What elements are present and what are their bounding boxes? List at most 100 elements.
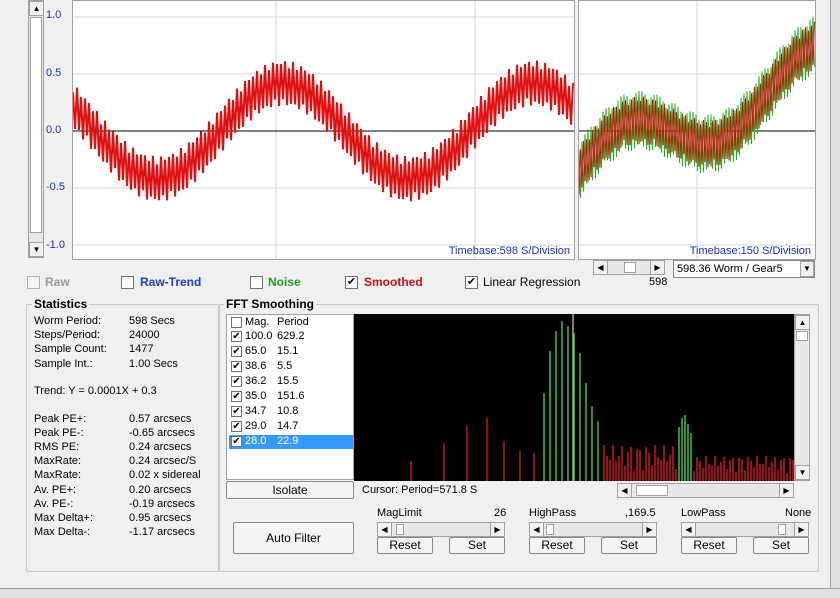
maglimit-set-button[interactable]: Set xyxy=(449,537,505,554)
fft-row-checkbox[interactable]: ✔ xyxy=(231,331,242,342)
cursor-readout: Cursor: Period=571.8 S xyxy=(362,484,478,496)
scroll-right-button[interactable]: ▶ xyxy=(779,483,794,498)
y-tick-label: 1.0 xyxy=(46,9,62,21)
chevron-down-icon[interactable]: ▼ xyxy=(800,261,814,277)
pe-stat-label: Max Delta-: xyxy=(34,525,91,538)
stat-value: 1.00 Secs xyxy=(129,357,178,370)
pe-stat-label: Peak PE+: xyxy=(34,413,87,425)
fft-spectrum[interactable] xyxy=(354,314,794,481)
slider-thumb[interactable] xyxy=(778,524,786,535)
pe-stat-label: Av. PE-: xyxy=(34,497,74,510)
fft-row-checkbox[interactable]: ✔ xyxy=(231,421,242,432)
raw-trend-checkbox[interactable] xyxy=(121,276,134,289)
maglimit-value: 26 xyxy=(494,507,507,519)
fft-row-mag: 35.0 xyxy=(245,390,267,402)
scroll-left-button[interactable]: ◀ xyxy=(681,522,696,537)
highpass-value: ,169.5 xyxy=(625,507,656,519)
fft-list-row[interactable]: ✔ 28.0 22.9 xyxy=(229,435,353,449)
scroll-left-button[interactable]: ◀ xyxy=(617,483,632,498)
fft-row-period: 5.5 xyxy=(277,360,293,372)
isolate-button[interactable]: Isolate xyxy=(226,481,354,499)
pe-stat-label: RMS PE: xyxy=(34,441,80,454)
pe-stat-value: -0.65 arcsecs xyxy=(129,427,196,440)
select-all-checkbox[interactable] xyxy=(231,317,242,328)
maglimit-slider[interactable]: ◀ ▶ xyxy=(377,522,505,537)
pe-stat-value: 0.24 arcsec/S xyxy=(129,455,197,468)
fft-list-row[interactable]: ✔ 35.0 151.6 xyxy=(229,390,353,404)
highpass-reset-button[interactable]: Reset xyxy=(529,537,585,554)
main-plot-vscroll[interactable]: ▲ ▼ xyxy=(28,0,44,258)
fft-list-row[interactable]: ✔ 38.6 5.5 xyxy=(229,360,353,374)
fft-row-checkbox[interactable]: ✔ xyxy=(231,376,242,387)
linear-regression-label: Linear Regression xyxy=(483,275,581,289)
lowpass-label: LowPass xyxy=(681,507,726,519)
fft-vscroll[interactable]: ▲ ▼ xyxy=(794,314,810,481)
pe-stat-value: 0.20 arcsecs xyxy=(129,483,192,496)
scroll-right-button[interactable]: ▶ xyxy=(490,522,505,537)
fft-list-row[interactable]: ✔ 65.0 15.1 xyxy=(229,345,353,359)
fft-row-checkbox[interactable]: ✔ xyxy=(231,406,242,417)
fft-list-row[interactable]: ✔ 100.0 629.2 xyxy=(229,330,353,344)
stat-label: Sample Int.: xyxy=(34,357,93,370)
scroll-thumb[interactable] xyxy=(624,262,636,273)
stat-label: Sample Count: xyxy=(34,343,107,356)
scroll-thumb[interactable] xyxy=(30,17,42,233)
maglimit-reset-button[interactable]: Reset xyxy=(377,537,433,554)
scroll-up-button[interactable]: ▲ xyxy=(795,315,810,330)
window-bottom-edge xyxy=(0,588,840,598)
pe-stat-label: Peak PE-: xyxy=(34,427,84,440)
pe-stat-value: -0.19 arcsecs xyxy=(129,497,196,510)
highpass-set-button[interactable]: Set xyxy=(601,537,657,554)
scroll-left-button[interactable]: ◀ xyxy=(529,522,544,537)
fft-row-checkbox[interactable]: ✔ xyxy=(231,436,242,447)
fft-row-mag: 28.0 xyxy=(245,435,267,447)
y-tick-label: -1.0 xyxy=(46,239,65,251)
pe-stat-value: 0.24 arcsecs xyxy=(129,441,192,454)
worm-timebase: Timebase:150 S/Division xyxy=(689,245,811,257)
highpass-slider[interactable]: ◀ ▶ xyxy=(529,522,657,537)
fft-row-period: 15.5 xyxy=(277,375,299,387)
lowpass-reset-button[interactable]: Reset xyxy=(681,537,737,554)
fft-list[interactable]: Mag. Period ✔ 100.0 629.2 ✔ 65.0 15.1 ✔ 38.6 5.5… xyxy=(226,314,354,480)
pe-stat-value: 0.57 arcsecs xyxy=(129,413,192,425)
smoothed-checkbox[interactable]: ✔ xyxy=(345,276,358,289)
fft-row-checkbox[interactable]: ✔ xyxy=(231,391,242,402)
window-right-edge xyxy=(830,0,840,598)
lowpass-set-button[interactable]: Set xyxy=(753,537,809,554)
fft-spectrum-svg xyxy=(410,314,794,481)
slider-thumb[interactable] xyxy=(546,524,554,535)
mag-column-header: Mag. xyxy=(245,316,270,328)
scroll-right-button[interactable]: ▶ xyxy=(650,260,665,275)
maglimit-label: MagLimit xyxy=(377,507,422,519)
scroll-thumb[interactable] xyxy=(796,331,808,341)
scroll-up-button[interactable]: ▲ xyxy=(29,1,44,16)
fft-hscroll[interactable]: ◀ ▶ xyxy=(617,483,794,498)
linear-regression-checkbox[interactable]: ✔ xyxy=(465,276,478,289)
fft-row-period: 10.8 xyxy=(277,405,299,417)
scroll-left-button[interactable]: ◀ xyxy=(377,522,392,537)
worm-hscroll[interactable]: ◀ ▶ xyxy=(593,260,665,275)
slider-thumb[interactable] xyxy=(396,524,404,535)
scroll-right-button[interactable]: ▶ xyxy=(642,522,657,537)
fft-list-row[interactable]: ✔ 34.7 10.8 xyxy=(229,405,353,419)
fft-row-checkbox[interactable]: ✔ xyxy=(231,346,242,357)
raw-checkbox[interactable] xyxy=(27,276,40,289)
worm-gear-plot[interactable]: Timebase:150 S/Division xyxy=(578,0,816,260)
fft-list-row[interactable]: ✔ 29.0 14.7 xyxy=(229,420,353,434)
noise-checkbox[interactable] xyxy=(250,276,263,289)
fft-row-mag: 65.0 xyxy=(245,345,267,357)
worm-gear-select[interactable]: 598.36 Worm / Gear5 xyxy=(673,260,815,278)
fft-title: FFT Smoothing xyxy=(224,297,316,311)
scroll-down-button[interactable]: ▼ xyxy=(795,465,810,480)
scroll-thumb[interactable] xyxy=(636,485,668,496)
fft-row-period: 629.2 xyxy=(277,330,305,342)
fft-row-mag: 34.7 xyxy=(245,405,267,417)
scroll-down-button[interactable]: ▼ xyxy=(29,242,44,257)
fft-row-checkbox[interactable]: ✔ xyxy=(231,361,242,372)
scroll-right-button[interactable]: ▶ xyxy=(794,522,809,537)
lowpass-slider[interactable]: ◀ ▶ xyxy=(681,522,809,537)
main-pe-plot[interactable]: Timebase:598 S/Division xyxy=(72,0,575,260)
scroll-left-button[interactable]: ◀ xyxy=(593,260,608,275)
fft-list-row[interactable]: ✔ 36.2 15.5 xyxy=(229,375,353,389)
period-column-header: Period xyxy=(277,316,309,328)
